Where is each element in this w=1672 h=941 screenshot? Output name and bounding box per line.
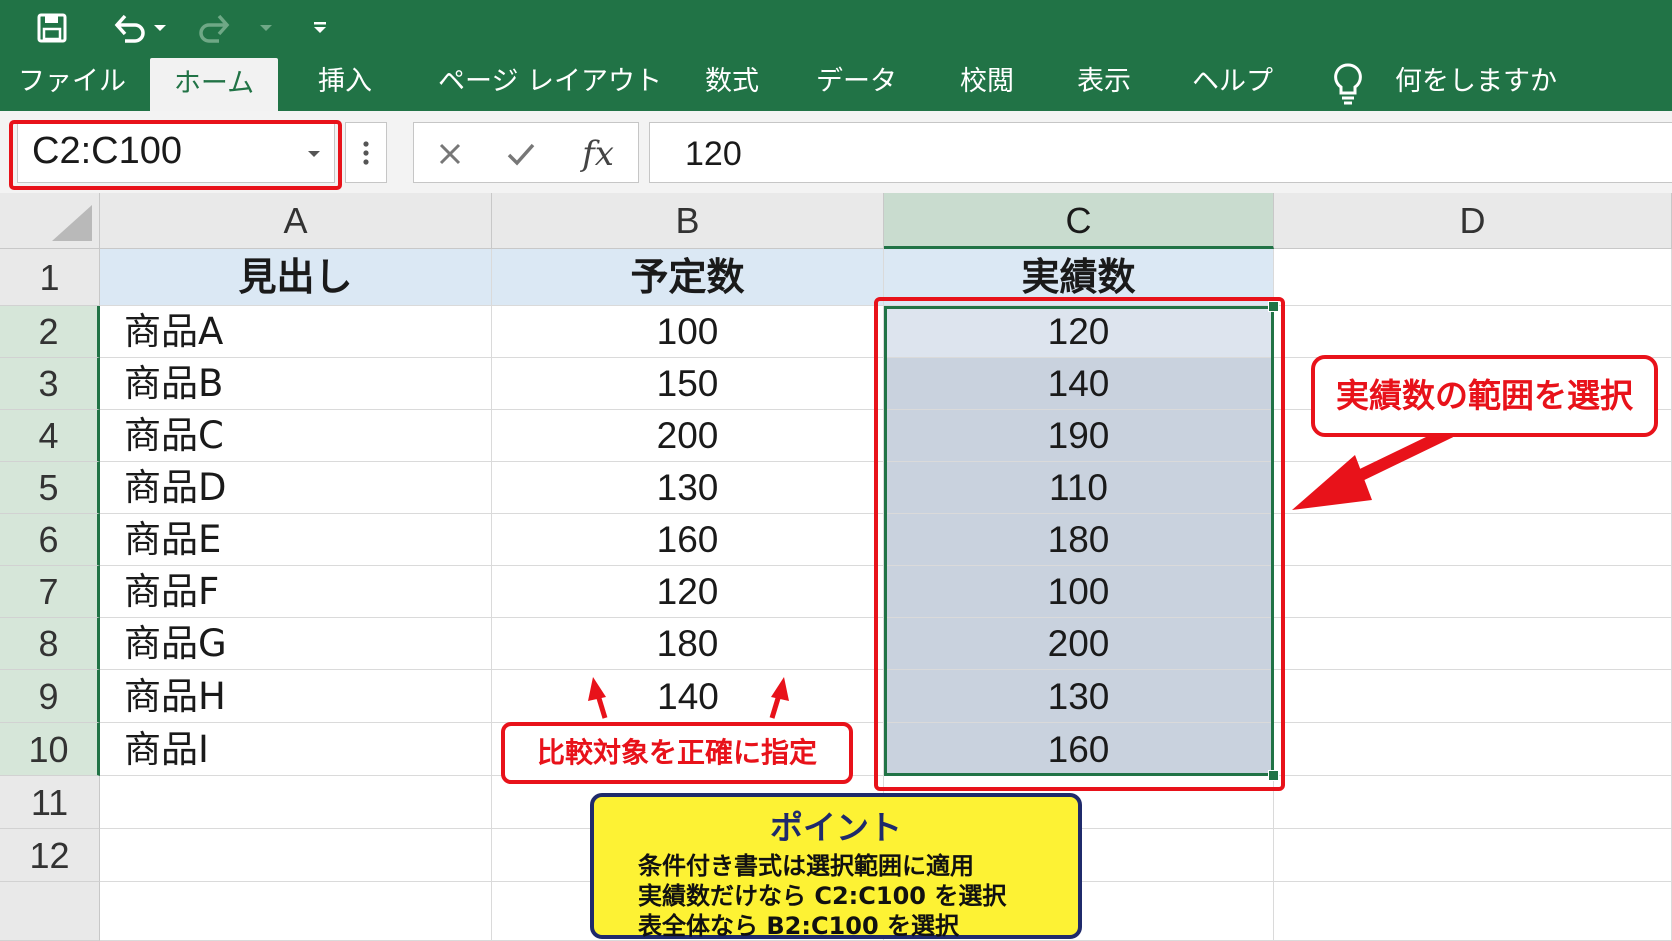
- lightbulb-icon[interactable]: [1330, 62, 1366, 106]
- insert-function-icon[interactable]: fx: [566, 123, 630, 184]
- ribbon: ファイル ホーム 挿入 ページ レイアウト 数式 データ 校閲 表示 ヘルプ 何…: [0, 0, 1672, 111]
- tab-page-layout[interactable]: ページ レイアウト: [438, 56, 662, 111]
- cell-d13[interactable]: [1274, 882, 1672, 941]
- undo-dropdown-icon[interactable]: [150, 10, 170, 46]
- cell-b9-value: 140: [657, 676, 719, 717]
- redo-icon[interactable]: [196, 10, 232, 46]
- point-title: ポイント: [770, 808, 902, 847]
- cell-d2[interactable]: [1274, 306, 1672, 358]
- column-header-d[interactable]: D: [1274, 193, 1672, 249]
- cell-b5[interactable]: 130: [492, 462, 884, 514]
- row-header-12[interactable]: 12: [0, 829, 100, 882]
- cell-c4[interactable]: 190: [884, 410, 1274, 462]
- fill-handle[interactable]: [1268, 770, 1279, 781]
- cell-d7[interactable]: [1274, 566, 1672, 618]
- cell-d9[interactable]: [1274, 670, 1672, 723]
- row-header-7[interactable]: 7: [0, 566, 100, 618]
- cell-b2[interactable]: 100: [492, 306, 884, 358]
- tab-view[interactable]: 表示: [1072, 56, 1136, 111]
- cell-d10[interactable]: [1274, 723, 1672, 776]
- tab-review[interactable]: 校閲: [955, 56, 1019, 111]
- cell-a6[interactable]: 商品E: [100, 514, 492, 566]
- compare-target-callout: 比較対象を正確に指定: [501, 722, 853, 784]
- cell-a5[interactable]: 商品D: [100, 462, 492, 514]
- save-icon[interactable]: [34, 10, 70, 46]
- cell-c3[interactable]: 140: [884, 358, 1274, 410]
- selection-corner-handle[interactable]: [1268, 301, 1279, 312]
- row-header-9[interactable]: 9: [0, 670, 100, 723]
- cell-b1[interactable]: 予定数: [492, 249, 884, 306]
- row-header-8[interactable]: 8: [0, 618, 100, 670]
- cell-a9[interactable]: 商品H: [100, 670, 492, 723]
- cell-b6[interactable]: 160: [492, 514, 884, 566]
- cell-c8[interactable]: 200: [884, 618, 1274, 670]
- cell-a10[interactable]: 商品I: [100, 723, 492, 776]
- formula-value: 120: [685, 135, 742, 173]
- cell-d1[interactable]: [1274, 249, 1672, 306]
- cell-a4[interactable]: 商品C: [100, 410, 492, 462]
- cell-c10[interactable]: 160: [884, 723, 1274, 776]
- cell-a1[interactable]: 見出し: [100, 249, 492, 306]
- tab-data[interactable]: データ: [816, 56, 897, 111]
- cell-a12[interactable]: [100, 829, 492, 882]
- tab-home[interactable]: ホーム: [150, 58, 278, 111]
- cell-d12[interactable]: [1274, 829, 1672, 882]
- tab-file[interactable]: ファイル: [18, 56, 126, 111]
- tell-me-search[interactable]: 何をしますか: [1395, 56, 1575, 111]
- point-line-3: 表全体なら B2:C100 を選択: [638, 912, 960, 940]
- select-range-callout: 実績数の範囲を選択: [1311, 355, 1658, 437]
- cancel-icon[interactable]: [426, 123, 474, 184]
- cell-a13[interactable]: [100, 882, 492, 941]
- tab-help[interactable]: ヘルプ: [1192, 56, 1273, 111]
- cell-d5[interactable]: [1274, 462, 1672, 514]
- point-note: ポイント 条件付き書式は選択範囲に適用 実績数だけなら C2:C100 を選択 …: [590, 793, 1082, 940]
- redo-dropdown-icon[interactable]: [256, 10, 276, 46]
- formula-buttons: fx: [413, 122, 639, 183]
- cell-b7[interactable]: 120: [492, 566, 884, 618]
- cell-b3[interactable]: 150: [492, 358, 884, 410]
- row-header-10[interactable]: 10: [0, 723, 100, 776]
- cell-a2[interactable]: 商品A: [100, 306, 492, 358]
- row-header-5[interactable]: 5: [0, 462, 100, 514]
- select-all-button[interactable]: [0, 193, 100, 249]
- cell-c6[interactable]: 180: [884, 514, 1274, 566]
- quick-access-toolbar: [0, 0, 400, 56]
- cell-c7[interactable]: 100: [884, 566, 1274, 618]
- cell-d11[interactable]: [1274, 776, 1672, 829]
- column-header-b[interactable]: B: [492, 193, 884, 249]
- cell-c1[interactable]: 実績数: [884, 249, 1274, 306]
- row-header-2[interactable]: 2: [0, 306, 100, 358]
- row-header-3[interactable]: 3: [0, 358, 100, 410]
- column-header-a[interactable]: A: [100, 193, 492, 249]
- cell-c5[interactable]: 110: [884, 462, 1274, 514]
- name-box-highlight: [9, 120, 342, 190]
- enter-check-icon[interactable]: [496, 123, 546, 184]
- tab-insert[interactable]: 挿入: [310, 56, 380, 111]
- row-header-1[interactable]: 1: [0, 249, 100, 306]
- row-header-11[interactable]: 11: [0, 776, 100, 829]
- cell-d8[interactable]: [1274, 618, 1672, 670]
- column-header-c[interactable]: C: [884, 193, 1274, 249]
- cell-a11[interactable]: [100, 776, 492, 829]
- formula-input[interactable]: 120: [649, 122, 1672, 183]
- row-header-4[interactable]: 4: [0, 410, 100, 462]
- cell-c9[interactable]: 130: [884, 670, 1274, 723]
- tab-formulas[interactable]: 数式: [700, 56, 764, 111]
- cell-b4[interactable]: 200: [492, 410, 884, 462]
- cell-b8[interactable]: 180: [492, 618, 884, 670]
- undo-icon[interactable]: [112, 10, 148, 46]
- row-header-6[interactable]: 6: [0, 514, 100, 566]
- cell-a8[interactable]: 商品G: [100, 618, 492, 670]
- cell-c2[interactable]: 120: [884, 306, 1274, 358]
- row-header-13[interactable]: [0, 882, 100, 941]
- cell-a3[interactable]: 商品B: [100, 358, 492, 410]
- cell-d6[interactable]: [1274, 514, 1672, 566]
- ribbon-tabs: ファイル ホーム 挿入 ページ レイアウト 数式 データ 校閲 表示 ヘルプ 何…: [0, 56, 1672, 111]
- customize-qat-icon[interactable]: [306, 10, 334, 46]
- cell-a7[interactable]: 商品F: [100, 566, 492, 618]
- more-options-icon[interactable]: [345, 122, 387, 183]
